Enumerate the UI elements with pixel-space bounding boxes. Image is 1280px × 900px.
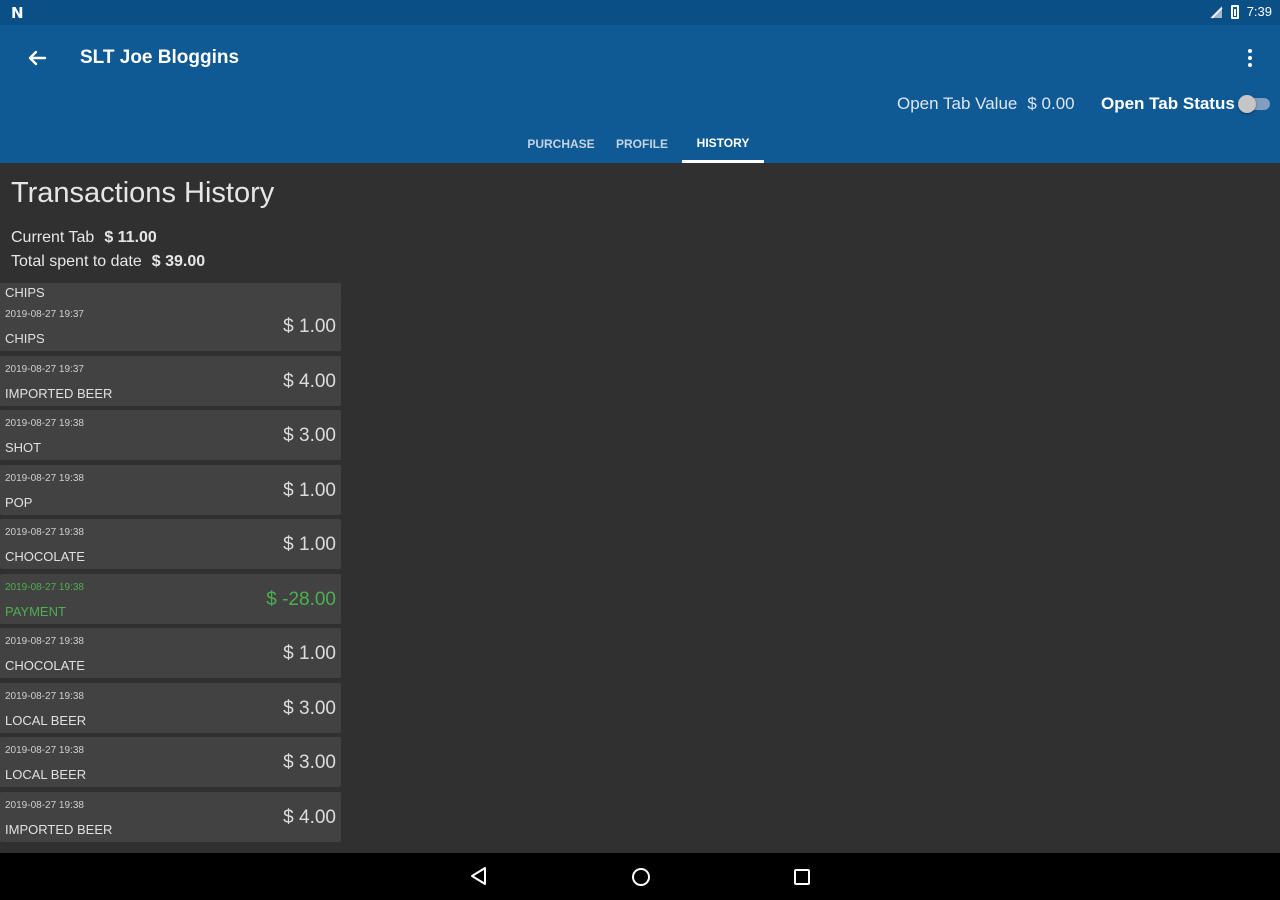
back-arrow-icon[interactable]	[22, 43, 52, 73]
signal-icon	[1209, 5, 1223, 19]
app-bar: SLT Joe Bloggins Open Tab Value $ 0.00 O…	[0, 25, 1280, 163]
battery-icon	[1230, 4, 1239, 19]
transaction-amount: $ -28.00	[266, 588, 336, 610]
transaction-timestamp: 2019-08-27 19:38	[5, 690, 84, 702]
transaction-name: CHOCOLATE	[5, 549, 85, 564]
transaction-name: CHOCOLATE	[5, 658, 85, 673]
transaction-name: LOCAL BEER	[5, 712, 87, 728]
transaction-amount: $ 4.00	[283, 370, 336, 392]
transaction-timestamp: 2019-08-27 19:38	[5, 527, 84, 538]
open-tab-status-label: Open Tab Status	[1101, 94, 1235, 113]
transaction-amount: $ 1.00	[283, 534, 336, 555]
list-item[interactable]: 2019-08-27 19:38 IMPORTED BEER $ 4.00	[0, 791, 341, 842]
open-tab-value: Open Tab Value $ 0.00	[897, 94, 1075, 114]
open-tab-value-amount: $ 0.00	[1027, 94, 1075, 113]
transaction-amount: $ 1.00	[283, 479, 336, 501]
current-tab-label: Current Tab	[11, 229, 95, 246]
total-spent-value: $ 39.00	[151, 253, 206, 270]
transaction-amount: $ 3.00	[283, 752, 336, 773]
transaction-timestamp: 2019-08-27 19:38	[5, 472, 84, 484]
list-item[interactable]: 2019-08-27 19:38 POP $ 1.00	[0, 464, 341, 515]
transaction-amount: $ 1.00	[283, 643, 336, 664]
list-item[interactable]: 2019-08-27 19:37 CHIPS $ 1.00	[0, 301, 341, 351]
nav-home-icon[interactable]	[630, 866, 652, 888]
list-item[interactable]: 2019-08-27 19:37 IMPORTED BEER $ 4.00	[0, 355, 341, 406]
list-item[interactable]: 2019-08-27 19:38 CHOCOLATE $ 1.00	[0, 519, 341, 569]
current-tab-value: $ 11.00	[104, 229, 157, 246]
transaction-timestamp: 2019-08-27 19:37	[5, 309, 84, 320]
toggle-thumb	[1238, 95, 1256, 113]
transaction-name: CHIPS	[5, 331, 45, 346]
transaction-amount: $ 1.00	[283, 316, 336, 337]
transaction-timestamp: 2019-08-27 19:38	[5, 745, 84, 756]
transaction-timestamp: 2019-08-27 19:37	[5, 363, 84, 375]
transaction-timestamp: 2019-08-27 19:38	[5, 799, 84, 811]
total-spent-summary: Total spent to date $ 39.00	[11, 253, 205, 271]
history-heading: Transactions History	[11, 177, 275, 209]
transaction-name: IMPORTED BEER	[5, 385, 113, 401]
list-item[interactable]: 2019-08-27 19:38 PAYMENT $ -28.00	[0, 573, 341, 624]
navigation-bar	[0, 853, 1280, 900]
list-item[interactable]: 2019-08-27 19:38 SHOT $ 3.00	[0, 410, 341, 460]
transaction-amount: $ 3.00	[283, 425, 336, 446]
overflow-menu-icon[interactable]	[1240, 45, 1260, 71]
history-panel: Transactions History Current Tab $ 11.00 …	[0, 163, 1280, 853]
status-icons: 7:39	[1209, 4, 1272, 19]
tab-bar: PURCHASE PROFILE HISTORY	[520, 125, 764, 163]
nav-back-icon[interactable]	[468, 865, 490, 887]
tab-history[interactable]: HISTORY	[682, 125, 764, 163]
list-item[interactable]: 2019-08-27 19:38 CHOCOLATE $ 1.00	[0, 628, 341, 678]
transaction-name: LOCAL BEER	[5, 767, 87, 782]
transaction-list[interactable]: CHIPS 2019-08-27 19:37 CHIPS $ 1.00 2019-08…	[0, 283, 341, 853]
nav-recents-icon[interactable]	[792, 867, 812, 887]
transaction-name: SHOT	[5, 440, 42, 455]
transaction-timestamp: 2019-08-27 19:38	[5, 581, 84, 593]
open-tab-value-label: Open Tab Value	[897, 94, 1018, 113]
transaction-amount: $ 4.00	[283, 806, 336, 828]
transaction-name: IMPORTED BEER	[5, 821, 113, 837]
list-item[interactable]: 2019-08-27 19:38 LOCAL BEER $ 3.00	[0, 737, 341, 787]
transaction-timestamp: 2019-08-27 19:38	[5, 418, 84, 429]
tab-profile[interactable]: PROFILE	[602, 125, 682, 163]
list-item[interactable]: CHIPS	[0, 283, 341, 303]
tab-purchase[interactable]: PURCHASE	[520, 125, 602, 163]
page-title: SLT Joe Bloggins	[80, 47, 240, 68]
transaction-name: CHIPS	[5, 285, 45, 300]
transaction-name: POP	[5, 494, 33, 510]
open-tab-status-toggle[interactable]	[1238, 95, 1270, 113]
list-item[interactable]: 2019-08-27 19:38 LOCAL BEER $ 3.00	[0, 682, 341, 733]
transaction-timestamp: 2019-08-27 19:38	[5, 636, 84, 647]
status-bar: N 7:39	[0, 0, 1280, 25]
notification-icon: N	[11, 4, 24, 22]
status-time: 7:39	[1246, 4, 1272, 19]
total-spent-label: Total spent to date	[11, 253, 142, 270]
transaction-amount: $ 3.00	[283, 697, 336, 719]
current-tab-summary: Current Tab $ 11.00	[11, 229, 157, 247]
transaction-name: PAYMENT	[5, 603, 66, 619]
